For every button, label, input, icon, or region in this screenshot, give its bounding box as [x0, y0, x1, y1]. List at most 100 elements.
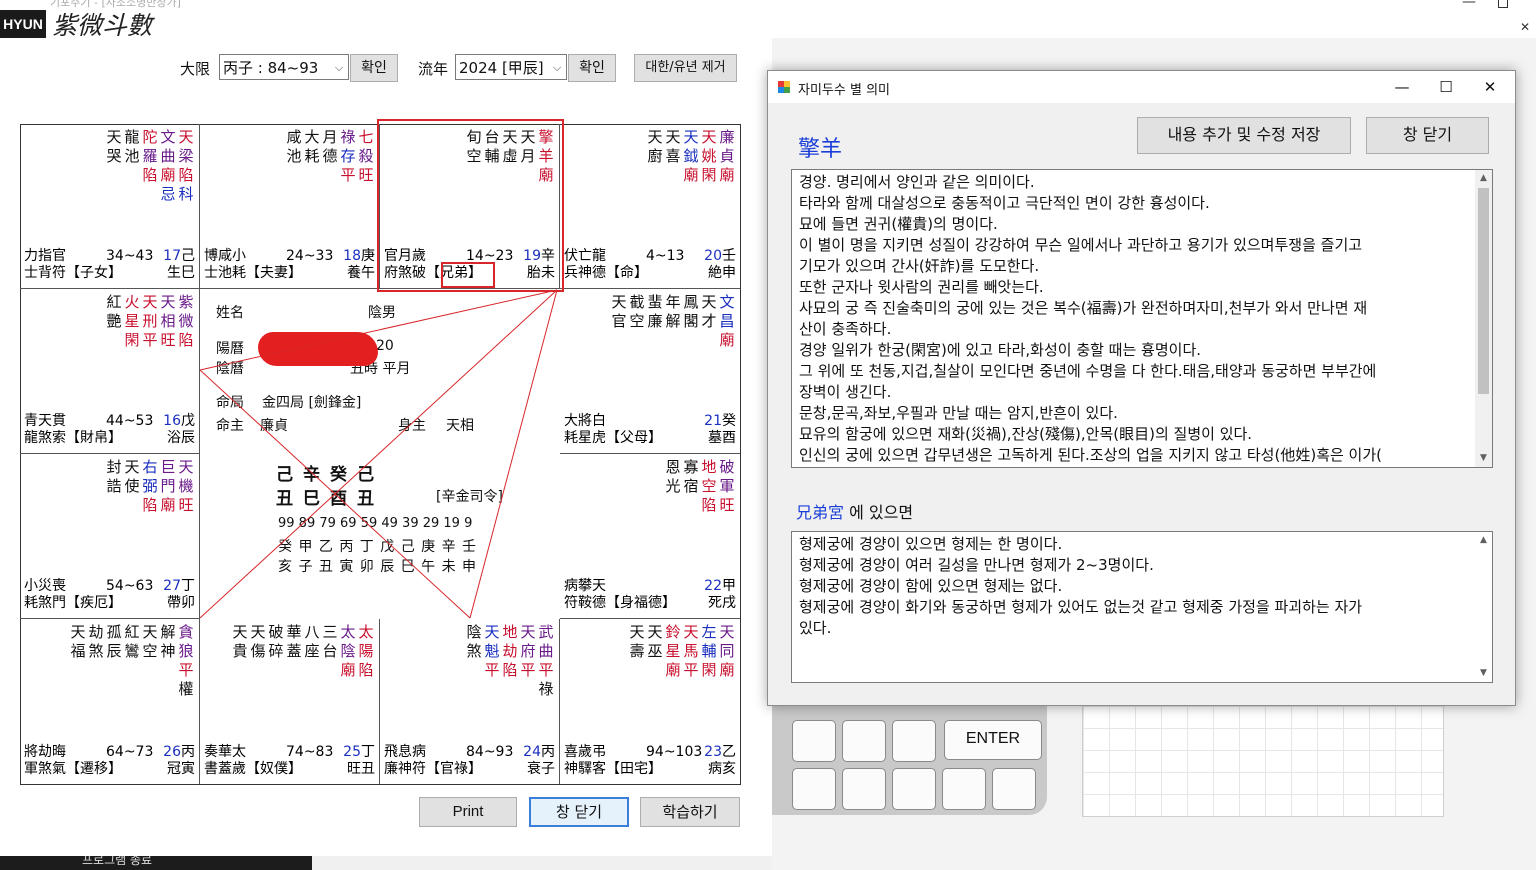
palace-cell[interactable]: 封天右巨天誥使弼門機陷廟旺小災喪 54~63 27丁 耗煞門【疾厄】 帶卯	[20, 454, 200, 619]
star-glyph: 祿	[340, 128, 356, 146]
background-maximize-icon[interactable]	[1498, 0, 1508, 8]
star-glyph: 天	[142, 293, 158, 311]
star-glyph: 曲	[538, 642, 554, 660]
learn-button[interactable]: 학습하기	[640, 797, 740, 827]
scroll-up-icon[interactable]: ▲	[1475, 170, 1492, 187]
palace-cell[interactable]: 陰天地天武煞魁劫府曲平陷平平祿飛息病 84~93 24丙 廉神符【官祿】 衰子	[380, 619, 560, 784]
minor-star: 息	[398, 744, 412, 760]
palace-label: 兄弟宮 에 있으면	[796, 499, 913, 523]
star-glyph: 紅	[124, 623, 140, 641]
keyboard-key[interactable]	[992, 768, 1036, 810]
palace-phase: 絶	[708, 265, 722, 281]
keyboard-key[interactable]	[892, 768, 936, 810]
maximize-icon[interactable]: ☐	[1424, 75, 1468, 99]
keyboard-key[interactable]	[892, 720, 936, 762]
star-glyph: 辰	[106, 642, 122, 660]
star-glyph: 天	[232, 623, 248, 641]
palace-cell[interactable]: 紅火天天紫艷星刑相微閑平旺陷青天貫 44~53 16戊 龍煞索【財帛】 浴辰	[20, 289, 200, 454]
palace-stars: 天劫孤紅天解貪福煞辰鸞空神狼平權	[69, 623, 195, 699]
palace-stem-branch: 帶卯	[167, 595, 195, 612]
star-glyph: 恩	[665, 458, 681, 476]
palace-meaning-textarea[interactable]: 형제궁에 경양이 있으면 형제는 한 명이다. 형제궁에 경양이 여러 길성을 만…	[791, 531, 1493, 683]
star-glyph: 平	[683, 661, 699, 679]
star-glyph: 科	[178, 185, 194, 203]
dialog-close-button[interactable]: 창 닫기	[1366, 117, 1489, 154]
minor-star: 煞	[38, 761, 52, 777]
palace-cell[interactable]: 恩寡地破光宿空軍陷旺病攀天 22甲 符鞍德【身福德】 死戌	[560, 454, 740, 619]
keyboard-key[interactable]	[942, 768, 986, 810]
palace-minor-stars: 博咸小	[204, 248, 246, 265]
palace-age-start: 17	[163, 248, 181, 264]
palace-meaning-line: 형제궁에 경양이 여러 길성을 만나면 형제가 2~3명이다.	[799, 556, 1154, 574]
minor-star: 官	[52, 248, 66, 264]
enter-key[interactable]: ENTER	[944, 720, 1042, 760]
minor-star: 客【田宅】	[592, 761, 662, 777]
save-content-button[interactable]: 내용 추가 및 수정 저장	[1137, 117, 1351, 154]
keyboard-key[interactable]	[842, 768, 886, 810]
star-glyph: 陷	[142, 166, 158, 184]
minimize-icon[interactable]: —	[1380, 75, 1424, 99]
palace-cell[interactable]: 天截蜚年鳳天文官空廉解閣才昌廟大將白 21癸 耗星虎【父母】 墓酉	[560, 289, 740, 454]
palace-footer: 青天貫 44~53 16戊 龍煞索【財帛】 浴辰	[24, 413, 195, 447]
star-glyph: 旺	[178, 496, 194, 514]
print-button[interactable]: Print	[419, 797, 517, 827]
meaning-scrollbar[interactable]: ▲ ▼	[1475, 170, 1492, 467]
palace-cell[interactable]: 天劫孤紅天解貪福煞辰鸞空神狼平權將劫晦 64~73 26丙 軍煞氣【遷移】 冠寅	[20, 619, 200, 784]
remove-daehan-yunyear-button[interactable]: 대한/유년 제거	[634, 54, 737, 82]
palace-footer: 將劫晦 64~73 26丙 軍煞氣【遷移】 冠寅	[24, 744, 195, 778]
star-meaning-textarea[interactable]: 경양. 명리에서 양인과 같은 의미이다. 타라와 함께 대살성으로 충동적이고 …	[791, 169, 1493, 468]
scroll-up-icon[interactable]: ▲	[1475, 532, 1492, 549]
keyboard-key[interactable]	[792, 720, 836, 762]
yunyear-select[interactable]: 2024 [甲辰] ⌵	[455, 54, 567, 80]
scroll-thumb[interactable]	[1478, 188, 1489, 394]
star-glyph: 廟	[160, 166, 176, 184]
four-pillars-branches: 丑巳酉丑	[276, 489, 384, 509]
close-chart-button[interactable]: 창 닫기	[529, 797, 629, 827]
star-glyph: 廟	[719, 331, 735, 349]
minor-star: 龍	[592, 248, 606, 264]
star-glyph: 貪	[178, 623, 194, 641]
palace-cell[interactable]: 咸大月祿七池耗德存殺平旺博咸小 24~33 18庚 士池耗【夫妻】 養午	[200, 124, 380, 289]
star-glyph: 閑	[701, 166, 717, 184]
palace-cell[interactable]: 天龍陀文天哭池羅曲梁陷廟陷忌科力指官 34~43 17己 士背符【子女】 生巳	[20, 124, 200, 289]
star-glyph: 弼	[142, 477, 158, 495]
name-label: 姓名	[216, 305, 244, 321]
star-glyph: 廟	[719, 166, 735, 184]
background-minimize-icon[interactable]: —	[1462, 0, 1476, 10]
palace-scrollbar[interactable]: ▲ ▼	[1475, 532, 1492, 682]
palace-branch: 卯	[181, 595, 195, 611]
daehan-confirm-button[interactable]: 확인	[350, 54, 398, 82]
palace-cell[interactable]: 天天破華八三太太貴傷碎蓋座台陰陽廟陷奏華太 74~83 25丁 書蓋歲【奴僕】 旺丑	[200, 619, 380, 784]
palace-stars: 恩寡地破光宿空軍陷旺	[664, 458, 736, 515]
star-glyph: 旺	[160, 331, 176, 349]
minor-star: 天	[38, 413, 52, 429]
chevron-down-icon[interactable]: ⌵	[332, 55, 346, 81]
scroll-down-icon[interactable]: ▼	[1475, 450, 1492, 467]
star-glyph: 池	[124, 147, 140, 165]
scroll-down-icon[interactable]: ▼	[1475, 665, 1492, 682]
daehan-select[interactable]: 丙子 : 84~93 ⌵	[219, 54, 349, 80]
star-glyph: 地	[502, 623, 518, 641]
star-glyph: 旺	[719, 496, 735, 514]
palace-age-range: 4~13	[646, 248, 685, 264]
star-glyph: 破	[268, 623, 284, 641]
palace-minor-stars: 奏華太	[204, 744, 246, 761]
meaning-line: 또한 군자나 윗사람의 권리를 빼앗는다.	[799, 278, 1044, 296]
minor-star: 耗	[24, 595, 38, 611]
minor-star: 耗【夫妻】	[232, 265, 302, 281]
chevron-down-icon[interactable]: ⌵	[550, 55, 564, 81]
background-close-icon[interactable]: ✕	[1520, 20, 1530, 34]
palace-cell[interactable]: 天天天天廉廚喜鉞姚貞廟閑廟伏亡龍 4~13 20壬 兵神德【命】 絶申	[560, 124, 740, 289]
exit-program-label[interactable]: 프로그램 종료	[82, 856, 152, 867]
minor-star: 喜	[564, 744, 578, 760]
yunyear-confirm-button[interactable]: 확인	[568, 54, 616, 82]
palace-stars: 紅火天天紫艷星刑相微閑平旺陷	[105, 293, 195, 350]
star-glyph: 破	[719, 458, 735, 476]
keyboard-key[interactable]	[792, 768, 836, 810]
palace-cell[interactable]: 天天鈴天左天壽巫星馬輔同廟平閑廟喜歲弔 94~103 23乙 神驛客【田宅】 病亥	[560, 619, 740, 784]
keyboard-key[interactable]	[842, 720, 886, 762]
close-icon[interactable]: ✕	[1468, 75, 1512, 99]
star-glyph: 劫	[88, 623, 104, 641]
palace-branch: 午	[361, 265, 375, 281]
minor-star: 德【身福德】	[592, 595, 676, 611]
